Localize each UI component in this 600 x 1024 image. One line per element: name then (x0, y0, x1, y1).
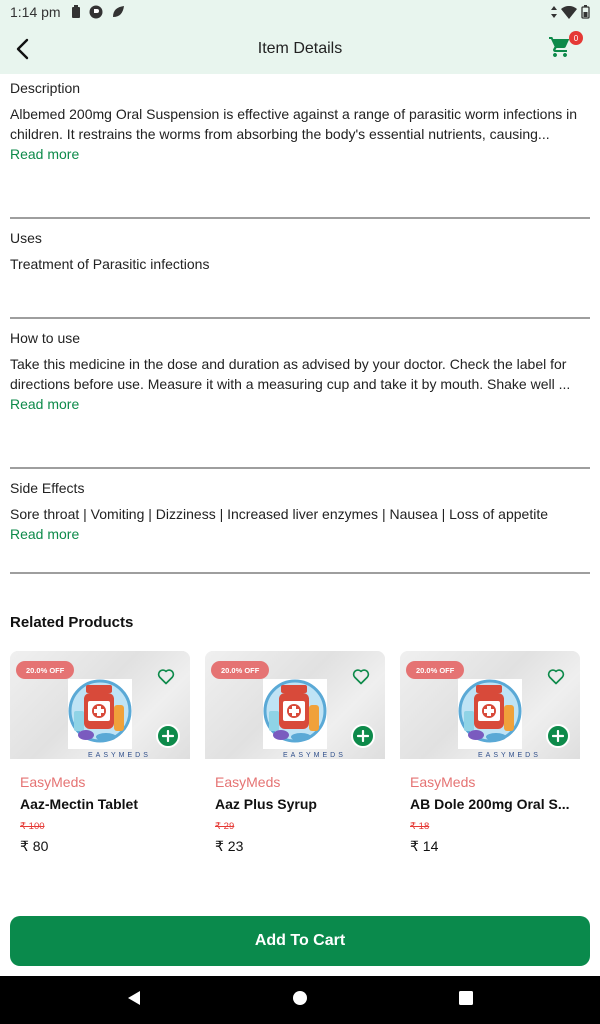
leaf-icon (112, 6, 124, 17)
description-text: Albemed 200mg Oral Suspension is effecti… (10, 106, 578, 142)
data-arrows-icon (551, 6, 557, 18)
uses-text: Treatment of Parasitic infections (10, 256, 210, 272)
add-icon-button[interactable] (351, 724, 375, 748)
plus-icon (357, 730, 369, 742)
battery-saver-icon (71, 5, 80, 18)
cart-button[interactable]: 0 (548, 31, 583, 63)
discount-badge: 20.0% OFF (16, 661, 75, 679)
status-time: 1:14 pm (10, 4, 61, 20)
square-recents-icon (459, 990, 473, 1005)
product-brand: EasyMeds (215, 774, 281, 790)
product-mrp: ₹ 29 (215, 821, 235, 832)
page-title: Item Details (257, 40, 343, 57)
how-to-use-section: How to use Take this medicine in the dos… (10, 330, 590, 414)
nav-back-button[interactable] (126, 990, 142, 1011)
system-navigation-bar (0, 976, 600, 1024)
add-to-cart-button[interactable]: Add To Cart (10, 916, 590, 966)
nav-home-button[interactable] (292, 990, 308, 1011)
product-image: 20.0% OFF EASYMEDS (10, 651, 190, 759)
product-brand: EasyMeds (20, 774, 86, 790)
divider (10, 317, 590, 319)
product-name: Aaz Plus Syrup (215, 796, 317, 812)
product-image: 20.0% OFF EASYMEDS (400, 651, 580, 759)
uses-heading: Uses (10, 230, 42, 246)
back-button[interactable] (10, 36, 36, 62)
side-effects-read-more-link[interactable]: Read more (10, 524, 79, 544)
cart-count-badge: 0 (569, 31, 583, 45)
product-mrp: ₹ 18 (410, 821, 430, 832)
brand-watermark: EASYMEDS (283, 752, 346, 759)
uses-section: Uses Treatment of Parasitic infections (10, 230, 590, 274)
status-system-icons (551, 5, 590, 19)
discount-badge: 20.0% OFF (406, 661, 465, 679)
description-heading: Description (10, 80, 81, 96)
battery-icon (581, 5, 590, 19)
brand-watermark: EASYMEDS (88, 752, 151, 759)
how-to-use-read-more-link[interactable]: Read more (10, 394, 79, 414)
how-to-use-heading: How to use (10, 330, 81, 346)
product-card[interactable]: 20.0% OFF EASYMEDS EasyMeds Aaz-Mectin T… (10, 651, 190, 861)
side-effects-heading: Side Effects (10, 480, 85, 496)
circle-home-icon (293, 990, 307, 1005)
app-notification-icon (89, 5, 103, 19)
arrow-back-icon (16, 38, 29, 60)
how-to-use-text: Take this medicine in the dose and durat… (10, 356, 571, 392)
divider (10, 572, 590, 574)
discount-badge: 20.0% OFF (211, 661, 270, 679)
related-products-heading: Related Products (10, 614, 134, 631)
brand-watermark: EASYMEDS (478, 752, 541, 759)
heart-icon[interactable] (351, 666, 371, 686)
heart-icon[interactable] (546, 666, 566, 686)
nav-recents-button[interactable] (458, 990, 474, 1011)
plus-icon (552, 730, 564, 742)
product-brand: EasyMeds (410, 774, 476, 790)
product-price: ₹ 14 (410, 838, 439, 854)
description-section: Description Albemed 200mg Oral Suspensio… (10, 80, 590, 164)
heart-icon[interactable] (156, 666, 176, 686)
side-effects-text: Sore throat | Vomiting | Dizziness | Inc… (10, 506, 548, 522)
product-card[interactable]: 20.0% OFF EASYMEDS EasyMeds AB Dole 200m… (400, 651, 580, 861)
product-image: 20.0% OFF EASYMEDS (205, 651, 385, 759)
status-notification-icons (71, 5, 125, 19)
description-read-more-link[interactable]: Read more (10, 144, 79, 164)
product-name: AB Dole 200mg Oral S... (410, 796, 570, 812)
wifi-icon (561, 5, 577, 19)
add-icon-button[interactable] (156, 724, 180, 748)
plus-icon (162, 730, 174, 742)
triangle-back-icon (128, 990, 140, 1005)
add-icon-button[interactable] (546, 724, 570, 748)
medicine-bottle-icon (263, 679, 327, 749)
divider (10, 467, 590, 469)
product-card[interactable]: 20.0% OFF EASYMEDS EasyMeds Aaz Plus Syr… (205, 651, 385, 861)
status-bar: 1:14 pm (0, 0, 600, 24)
side-effects-section: Side Effects Sore throat | Vomiting | Di… (10, 480, 590, 544)
product-name: Aaz-Mectin Tablet (20, 796, 138, 812)
product-price: ₹ 23 (215, 838, 244, 854)
medicine-bottle-icon (68, 679, 132, 749)
medicine-bottle-icon (458, 679, 522, 749)
app-bar: Item Details 0 (0, 24, 600, 74)
divider (10, 217, 590, 219)
product-mrp: ₹ 100 (20, 821, 45, 832)
product-price: ₹ 80 (20, 838, 49, 854)
